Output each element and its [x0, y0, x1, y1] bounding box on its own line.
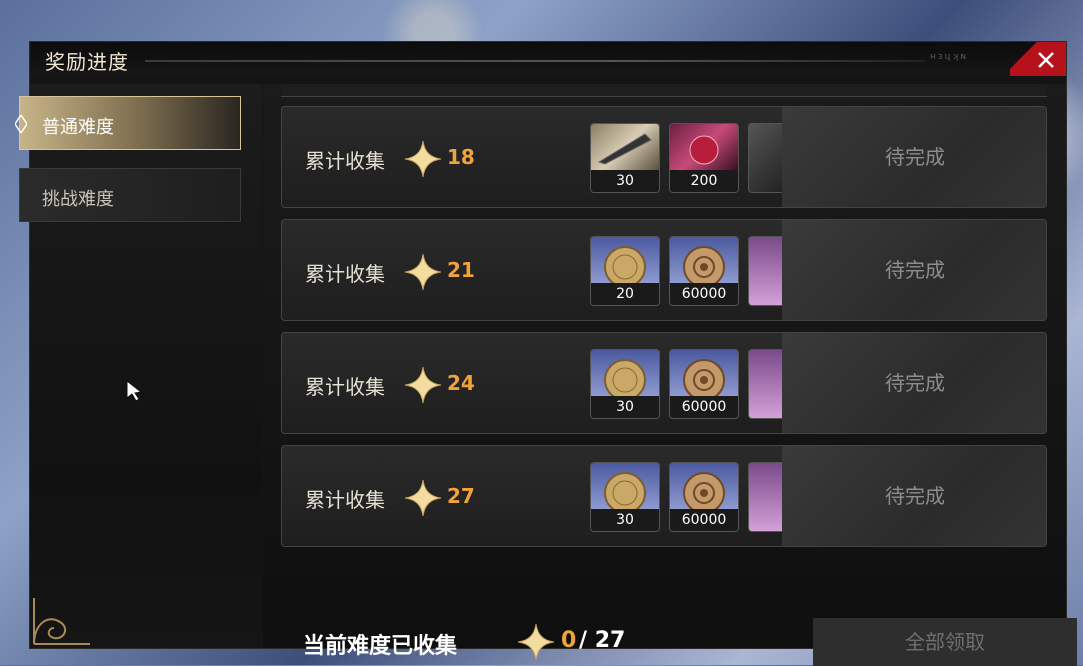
row-label: 累计收集	[305, 262, 385, 286]
reward-item-clipped[interactable]	[748, 462, 783, 532]
reward-row: 累计收集 18 30 200 待完成	[281, 106, 1047, 208]
tab-label: 普通难度	[42, 117, 114, 138]
titlebar: 奖励进度 ʜɜɥʞɴ	[30, 42, 1066, 76]
reward-item-2[interactable]: 60000	[669, 349, 739, 419]
row-label: 累计收集	[305, 149, 385, 173]
row-star-count: 27	[447, 484, 475, 508]
reward-quantity: 60000	[670, 396, 738, 418]
reward-item-1[interactable]: 20	[590, 236, 660, 306]
reward-row: 累计收集 27 30 60000 待完成	[281, 445, 1047, 547]
row-label: 累计收集	[305, 375, 385, 399]
tab-challenge-difficulty[interactable]: 挑战难度	[19, 168, 241, 222]
row-star-count: 24	[447, 371, 475, 395]
reward-quantity: 30	[591, 509, 659, 531]
collected-label: 当前难度已收集	[303, 634, 458, 659]
title-decoration-text: ʜɜɥʞɴ	[930, 52, 969, 62]
star-icon	[404, 140, 442, 178]
star-icon	[404, 479, 442, 517]
row-star-count: 18	[447, 145, 475, 169]
status-pending-button[interactable]: 待完成	[782, 220, 1046, 320]
bronze-coin-icon	[670, 350, 738, 401]
bronze-coin-icon	[670, 463, 738, 514]
reward-quantity: 60000	[670, 509, 738, 531]
collected-current: 0	[561, 628, 577, 653]
reward-progress-dialog: 奖励进度 ʜɜɥʞɴ 普通难度 挑战难度 累计收集 18 30 200 待完成 …	[15, 42, 1077, 666]
close-icon	[1038, 52, 1054, 68]
feather-quill-icon	[591, 124, 659, 170]
previous-row-edge	[281, 84, 1047, 97]
reward-item-1[interactable]: 30	[590, 462, 660, 532]
reward-item-1[interactable]: 30	[590, 123, 660, 193]
reward-quantity: 30	[591, 396, 659, 418]
red-crystal-icon	[670, 124, 738, 170]
reward-quantity: 200	[670, 170, 738, 192]
collected-total: / 27	[579, 628, 626, 653]
close-button[interactable]	[1010, 42, 1066, 76]
reward-row: 累计收集 21 20 60000 待完成	[281, 219, 1047, 321]
corner-ornament-icon	[33, 598, 90, 645]
collection-footer: 当前难度已收集 0 / 27 全部领取	[263, 596, 1077, 666]
tab-label: 挑战难度	[42, 189, 114, 210]
reward-quantity: 60000	[670, 283, 738, 305]
reward-quantity: 20	[591, 283, 659, 305]
tab-normal-difficulty[interactable]: 普通难度	[15, 96, 241, 150]
gold-coin-icon	[591, 350, 659, 401]
claim-all-button[interactable]: 全部领取	[813, 618, 1077, 666]
reward-item-clipped[interactable]	[748, 236, 783, 306]
reward-item-1[interactable]: 30	[590, 349, 660, 419]
reward-item-2[interactable]: 200	[669, 123, 739, 193]
reward-item-2[interactable]: 60000	[669, 462, 739, 532]
star-icon	[517, 623, 555, 661]
cursor-icon	[126, 380, 142, 402]
star-icon	[404, 253, 442, 291]
gold-coin-icon	[591, 237, 659, 288]
status-pending-button[interactable]: 待完成	[782, 333, 1046, 433]
reward-row: 累计收集 24 30 60000 待完成	[281, 332, 1047, 434]
dialog-title: 奖励进度	[45, 50, 129, 74]
title-divider	[145, 60, 925, 62]
reward-quantity: 30	[591, 170, 659, 192]
bronze-coin-icon	[670, 237, 738, 288]
reward-item-clipped[interactable]	[748, 123, 783, 193]
row-label: 累计收集	[305, 488, 385, 512]
row-star-count: 21	[447, 258, 475, 282]
reward-item-2[interactable]: 60000	[669, 236, 739, 306]
status-pending-button[interactable]: 待完成	[782, 446, 1046, 546]
gold-coin-icon	[591, 463, 659, 514]
reward-list-panel: 累计收集 18 30 200 待完成 累计收集 21 20 60000 待完成 …	[263, 84, 1077, 666]
star-icon	[404, 366, 442, 404]
difficulty-sidebar: 普通难度 挑战难度	[15, 84, 262, 648]
status-pending-button[interactable]: 待完成	[782, 107, 1046, 207]
active-diamond-icon	[15, 115, 27, 133]
reward-item-clipped[interactable]	[748, 349, 783, 419]
